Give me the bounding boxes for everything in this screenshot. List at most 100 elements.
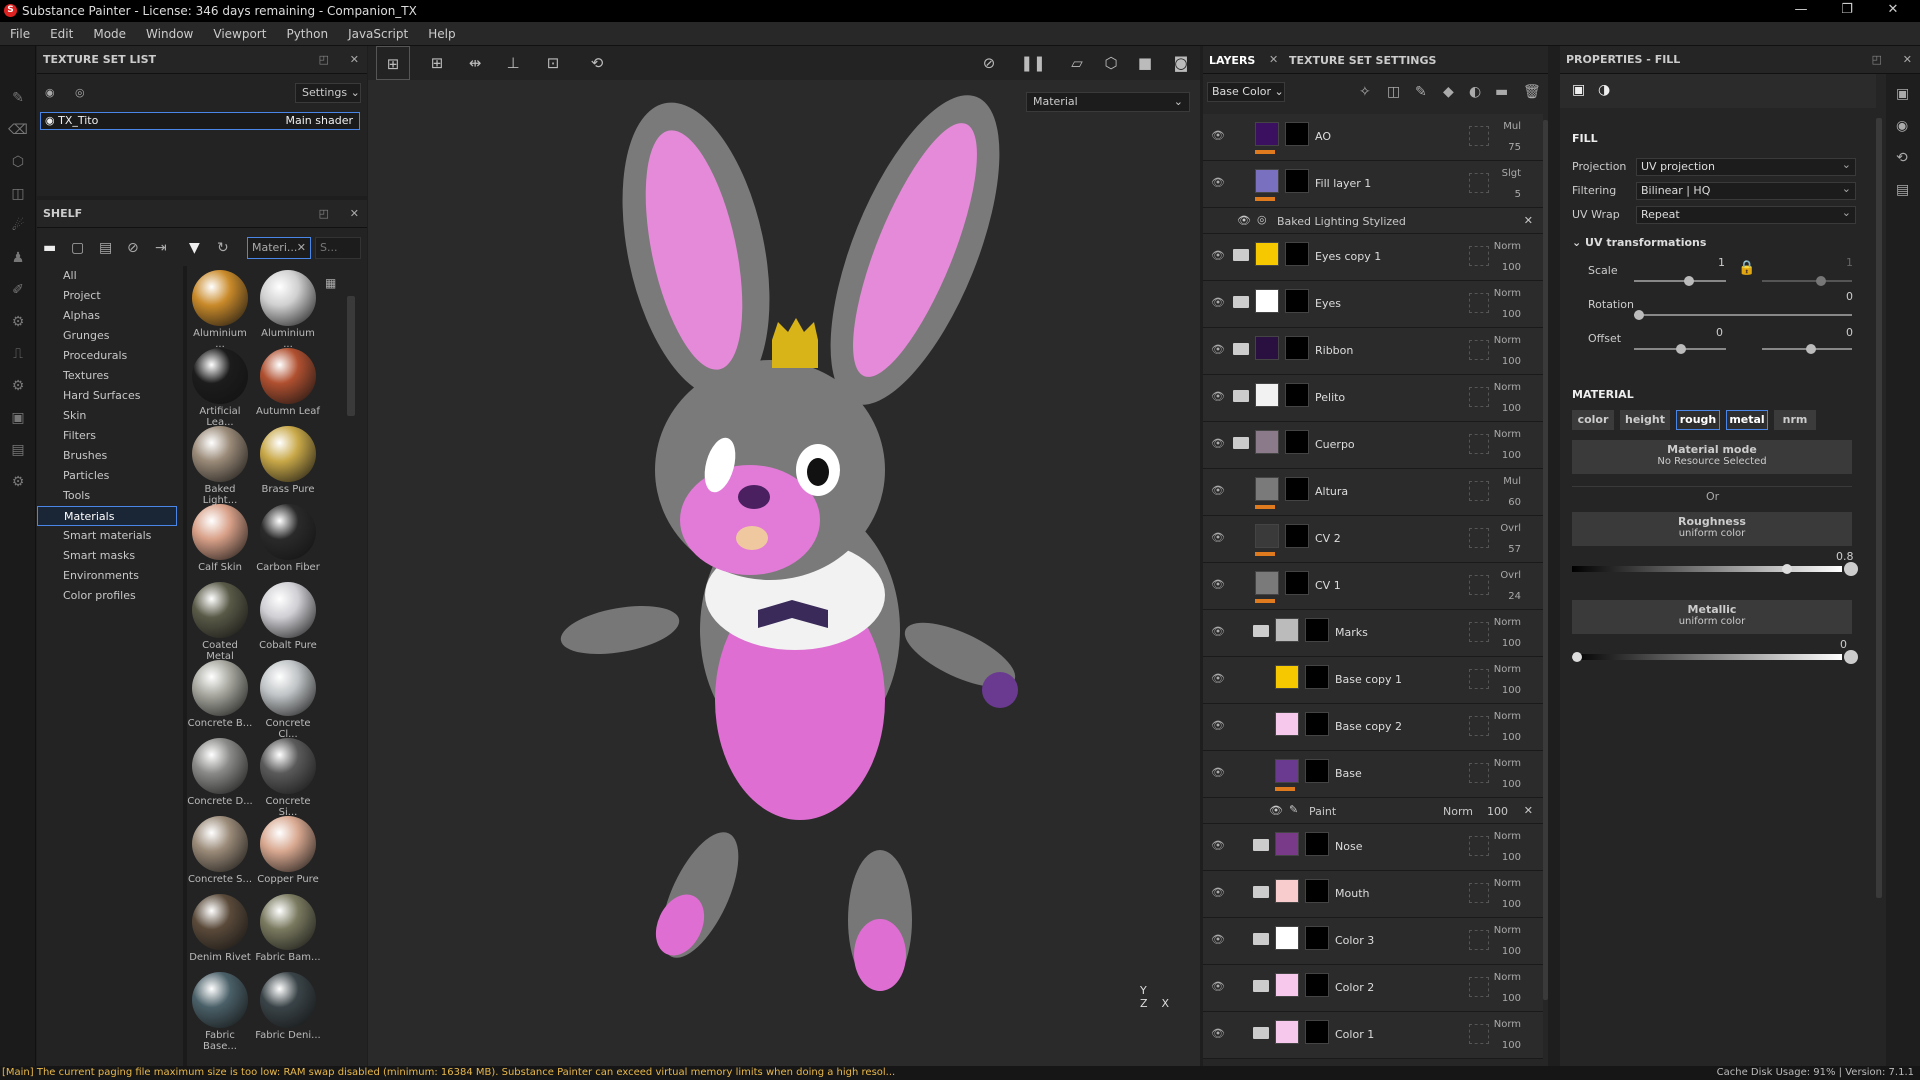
- material-mode-box[interactable]: Material mode No Resource Selected: [1572, 440, 1852, 474]
- folder-icon[interactable]: [1253, 980, 1269, 992]
- shelf-category-color-profiles[interactable]: Color profiles: [37, 586, 177, 606]
- menu-viewport[interactable]: Viewport: [203, 22, 276, 46]
- layers-scrollbar[interactable]: [1543, 120, 1548, 1000]
- add-mask-icon[interactable]: ◫: [1387, 84, 1400, 100]
- opacity-value[interactable]: 60: [1508, 497, 1521, 508]
- blend-mode-dropdown[interactable]: Norm: [1443, 805, 1473, 818]
- chip-nrm[interactable]: nrm: [1774, 410, 1816, 430]
- pause-icon[interactable]: ❚❚: [1016, 46, 1050, 80]
- eye-icon[interactable]: 👁: [1211, 625, 1225, 638]
- opacity-value[interactable]: 100: [1502, 356, 1521, 367]
- uv-transformations-title[interactable]: ⌄ UV transformations: [1572, 236, 1706, 249]
- resource-icon[interactable]: ▤: [0, 434, 36, 466]
- smudge-icon[interactable]: ☄: [0, 210, 36, 242]
- folder-icon[interactable]: [1233, 296, 1249, 308]
- close-button[interactable]: ✕: [1878, 2, 1908, 20]
- layer-row[interactable]: 👁 Ribbon Norm 100: [1203, 328, 1543, 375]
- opacity-value[interactable]: 100: [1502, 262, 1521, 273]
- opacity-value[interactable]: 24: [1508, 591, 1521, 602]
- roughness-knob[interactable]: [1782, 564, 1792, 574]
- offset-x-slider[interactable]: [1634, 344, 1726, 354]
- menu-javascript[interactable]: JavaScript: [338, 22, 418, 46]
- close-icon[interactable]: ✕: [1524, 804, 1533, 817]
- hide-icon[interactable]: ⊘: [127, 240, 139, 256]
- eye-icon[interactable]: 👁: [1211, 343, 1225, 356]
- blend-mode-dropdown[interactable]: Norm: [1494, 429, 1521, 440]
- eye-icon[interactable]: 👁: [1211, 296, 1225, 309]
- blend-mode-dropdown[interactable]: Norm: [1494, 382, 1521, 393]
- blend-mode-dropdown[interactable]: Norm: [1494, 925, 1521, 936]
- rotation-knob[interactable]: [1634, 310, 1644, 320]
- material-thumbnail[interactable]: Denim Rivet: [187, 894, 253, 963]
- bake-settings-icon[interactable]: ⚙: [0, 306, 36, 338]
- layer-row[interactable]: 👁 CV 2 Ovrl 57: [1203, 516, 1543, 563]
- blend-mode-dropdown[interactable]: Norm: [1494, 831, 1521, 842]
- eye-icon[interactable]: 👁: [1211, 437, 1225, 450]
- grid-icon[interactable]: ⊞: [420, 46, 454, 80]
- blend-mode-dropdown[interactable]: Norm: [1494, 241, 1521, 252]
- blend-mode-dropdown[interactable]: Norm: [1494, 1019, 1521, 1030]
- eye-icon[interactable]: 👁: [1211, 672, 1225, 685]
- add-smart-material-icon[interactable]: ◐: [1469, 84, 1481, 100]
- menu-python[interactable]: Python: [276, 22, 338, 46]
- shelf-category-brushes[interactable]: Brushes: [37, 446, 177, 466]
- blend-mode-dropdown[interactable]: Mul: [1503, 476, 1521, 487]
- menu-window[interactable]: Window: [136, 22, 203, 46]
- blend-mode-dropdown[interactable]: Norm: [1494, 972, 1521, 983]
- roughness-slider[interactable]: [1572, 564, 1842, 574]
- eye-icon[interactable]: 👁: [1211, 578, 1225, 591]
- shelf-category-project[interactable]: Project: [37, 286, 177, 306]
- folder-icon[interactable]: ▬: [43, 240, 56, 256]
- layer-row[interactable]: 👁 Fill layer 1 Slgt 5: [1203, 161, 1543, 208]
- scale-slider[interactable]: [1634, 276, 1726, 286]
- eye-icon[interactable]: 👁: [1211, 886, 1225, 899]
- roughness-color-icon[interactable]: [1844, 562, 1858, 576]
- layer-row[interactable]: 👁 AO Mul 75: [1203, 114, 1543, 161]
- eye-icon[interactable]: 👁: [1211, 980, 1225, 993]
- filter-tag[interactable]: Materi... ✕: [247, 237, 311, 259]
- material-thumbnail[interactable]: Cobalt Pure: [255, 582, 321, 651]
- opacity-value[interactable]: 100: [1502, 1040, 1521, 1051]
- material-thumbnail[interactable]: Concrete B...: [187, 660, 253, 729]
- add-folder-icon[interactable]: ▬: [1495, 84, 1508, 100]
- opacity-value[interactable]: 100: [1502, 309, 1521, 320]
- close-icon[interactable]: ✕: [1524, 214, 1533, 227]
- chip-metal[interactable]: metal: [1726, 410, 1768, 430]
- layer-row[interactable]: 👁 Base copy 2 Norm 100: [1203, 704, 1543, 751]
- 3d-cube-icon[interactable]: ⬡: [1094, 46, 1128, 80]
- material-thumbnail[interactable]: Aluminium ...: [187, 270, 253, 350]
- shelf-category-hard-surfaces[interactable]: Hard Surfaces: [37, 386, 177, 406]
- eye-icon[interactable]: 👁: [1211, 249, 1225, 262]
- shelf-category-textures[interactable]: Textures: [37, 366, 177, 386]
- opacity-value[interactable]: 100: [1487, 805, 1508, 818]
- new-icon[interactable]: ▢: [71, 240, 84, 256]
- shelf-category-alphas[interactable]: Alphas: [37, 306, 177, 326]
- metallic-color-icon[interactable]: [1844, 650, 1858, 664]
- add-paint-layer-icon[interactable]: ✎: [1415, 84, 1427, 100]
- shelf-category-particles[interactable]: Particles: [37, 466, 177, 486]
- viewport[interactable]: ⊞ ⊞ ⇹ ⊥ ⊡ ⟲ ⊘ ❚❚ ▱ ⬡ ■ ◙ Material ⌄ Y Z …: [368, 46, 1200, 1066]
- eye-icon[interactable]: 👁: [1211, 390, 1225, 403]
- blend-mode-dropdown[interactable]: Norm: [1494, 878, 1521, 889]
- eye-icon[interactable]: 👁: [1211, 176, 1225, 189]
- blend-mode-dropdown[interactable]: Norm: [1494, 664, 1521, 675]
- opacity-value[interactable]: 100: [1502, 779, 1521, 790]
- color-picker-icon[interactable]: ✐: [0, 274, 36, 306]
- material-thumbnail[interactable]: Carbon Fiber: [255, 504, 321, 573]
- material-thumbnail[interactable]: Concrete D...: [187, 738, 253, 807]
- uv-mode-icon[interactable]: ⊞: [376, 46, 410, 80]
- history-icon[interactable]: ⟲: [1896, 150, 1908, 166]
- effect-row[interactable]: 👁 ◎ Baked Lighting Stylized ✕: [1203, 208, 1543, 234]
- filter-icon[interactable]: ▼: [189, 240, 200, 256]
- projection-dropdown[interactable]: UV projection: [1636, 157, 1856, 176]
- shelf-category-materials[interactable]: Materials: [37, 506, 177, 526]
- material-thumbnail[interactable]: Concrete S...: [187, 816, 253, 885]
- display-mode-icon[interactable]: ▱: [1060, 46, 1094, 80]
- hide-icon[interactable]: ⊘: [972, 46, 1006, 80]
- layer-row[interactable]: 👁 Color 3 Norm 100: [1203, 918, 1543, 965]
- layer-row[interactable]: 👁 Cuerpo Norm 100: [1203, 422, 1543, 469]
- opacity-value[interactable]: 100: [1502, 685, 1521, 696]
- offset-x-knob[interactable]: [1676, 344, 1686, 354]
- import-icon[interactable]: ⇥: [155, 240, 167, 256]
- shelf-category-tools[interactable]: Tools: [37, 486, 177, 506]
